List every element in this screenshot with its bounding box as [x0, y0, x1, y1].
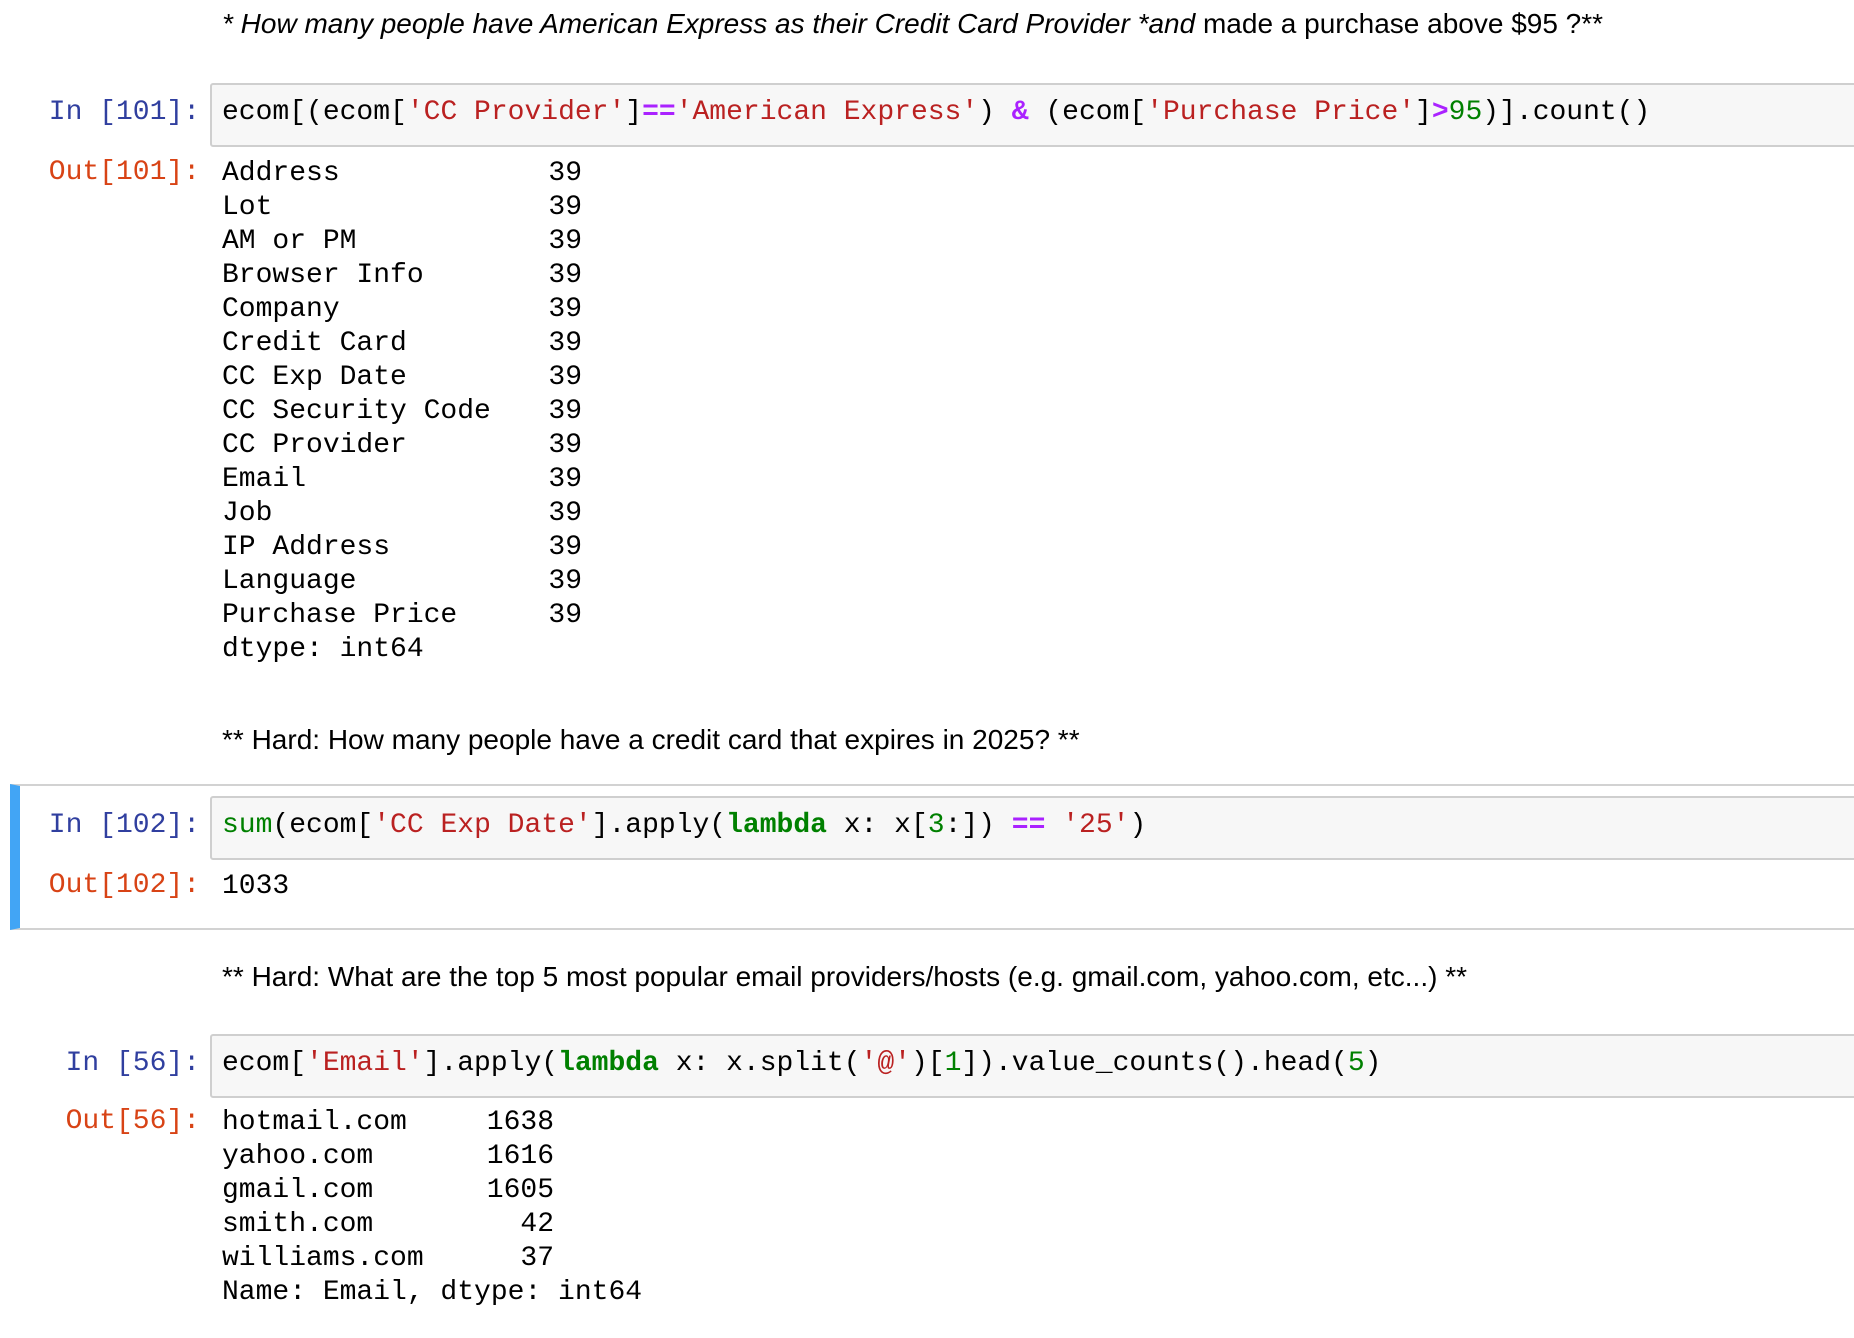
- markdown-question-email-hosts: ** Hard: What are the top 5 most popular…: [222, 961, 1467, 992]
- series-row: Purchase Price 39: [222, 599, 642, 633]
- output-series-101: Address 39 Lot 39 AM or PM 39 Browser Info 39 Co…: [222, 157, 642, 667]
- series-row: Company 39: [222, 293, 642, 327]
- series-dtype-footer: dtype: int64: [222, 634, 424, 665]
- series-row-value: 39: [548, 192, 582, 223]
- series-row: Job 39: [222, 497, 642, 531]
- series-row-value: 39: [548, 226, 582, 257]
- series-row-label: Credit Card: [222, 328, 407, 359]
- output-prompt-56: Out[56]:: [65, 1106, 200, 1137]
- series-row-label: CC Provider: [222, 430, 407, 461]
- markdown-question-exp-2025: ** Hard: How many people have a credit c…: [222, 724, 1080, 755]
- series-row-label: yahoo.com: [222, 1141, 374, 1172]
- series-row-value: 39: [548, 396, 582, 427]
- series-row-label: hotmail.com: [222, 1107, 407, 1138]
- series-row-label: IP Address: [222, 532, 391, 563]
- series-row-value: 39: [548, 532, 582, 563]
- output-prompt-101: Out[101]:: [48, 157, 200, 188]
- series-row-value: 39: [548, 294, 582, 325]
- series-row-value: 39: [548, 158, 582, 189]
- output-series-56: hotmail.com 1638 yahoo.com 1616 gmail.com 160…: [222, 1106, 642, 1310]
- series-row: Email 39: [222, 463, 642, 497]
- question-plain-part: made a purchase above $95 ?**: [1195, 8, 1604, 39]
- output-result-102: 1033: [222, 871, 290, 902]
- series-row-label: Job: [222, 498, 273, 529]
- series-row-value: 39: [548, 362, 582, 393]
- series-row-value: 37: [520, 1243, 554, 1274]
- series-row: yahoo.com 1616: [222, 1140, 642, 1174]
- series-row-label: Purchase Price: [222, 600, 458, 631]
- series-row: hotmail.com 1638: [222, 1106, 642, 1140]
- series-row: gmail.com 1605: [222, 1174, 642, 1208]
- markdown-question-amex: * How many people have American Express …: [222, 8, 1603, 40]
- series-row-value: 39: [548, 600, 582, 631]
- series-row-label: Address: [222, 158, 340, 189]
- series-row-value: 39: [548, 498, 582, 529]
- code-line-101[interactable]: ecom[(ecom['CC Provider']=='American Exp…: [222, 97, 1650, 128]
- series-row-value: 1605: [486, 1175, 554, 1206]
- series-row: Credit Card 39: [222, 327, 642, 361]
- series-row-value: 39: [548, 464, 582, 495]
- series-row-label: CC Security Code: [222, 396, 491, 427]
- series-row-value: 42: [520, 1209, 554, 1240]
- series-row-label: Lot: [222, 192, 273, 223]
- input-prompt-56: In [56]:: [65, 1048, 200, 1079]
- output-prompt-102: Out[102]:: [48, 870, 200, 901]
- series-row: AM or PM 39: [222, 225, 642, 259]
- series-row-value: 1638: [486, 1107, 554, 1138]
- series-row: Lot 39: [222, 191, 642, 225]
- series-row-label: Language: [222, 566, 357, 597]
- series-row: IP Address 39: [222, 531, 642, 565]
- series-row-value: 39: [548, 328, 582, 359]
- series-row: smith.com 42: [222, 1208, 642, 1242]
- series-dtype-footer: Name: Email, dtype: int64: [222, 1277, 643, 1308]
- input-prompt-101: In [101]:: [48, 97, 200, 128]
- series-row: williams.com 37: [222, 1242, 642, 1276]
- series-row-label: smith.com: [222, 1209, 374, 1240]
- series-row: CC Security Code 39: [222, 395, 642, 429]
- input-prompt-102: In [102]:: [48, 810, 200, 841]
- series-row: Language 39: [222, 565, 642, 599]
- question-italic-part: * How many people have American Express …: [222, 8, 1196, 39]
- series-row: CC Exp Date 39: [222, 361, 642, 395]
- series-row-label: CC Exp Date: [222, 362, 407, 393]
- series-row-label: Company: [222, 294, 340, 325]
- series-row: Browser Info 39: [222, 259, 642, 293]
- series-row-label: gmail.com: [222, 1175, 374, 1206]
- series-row-value: 1616: [486, 1141, 554, 1172]
- series-row-label: Email: [222, 464, 307, 495]
- series-row-label: AM or PM: [222, 226, 357, 257]
- series-row-value: 39: [548, 566, 582, 597]
- code-line-102[interactable]: sum(ecom['CC Exp Date'].apply(lambda x: …: [222, 810, 1146, 841]
- series-row-label: Browser Info: [222, 260, 424, 291]
- series-row-label: williams.com: [222, 1243, 424, 1274]
- series-row-value: 39: [548, 430, 582, 461]
- series-row-value: 39: [548, 260, 582, 291]
- series-row: Address 39: [222, 157, 642, 191]
- series-row: CC Provider 39: [222, 429, 642, 463]
- code-line-56[interactable]: ecom['Email'].apply(lambda x: x.split('@…: [222, 1048, 1381, 1079]
